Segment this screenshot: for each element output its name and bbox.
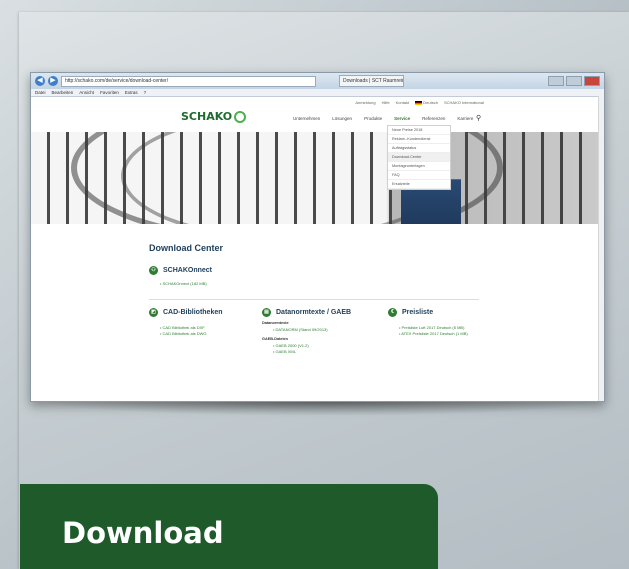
dropdown-item[interactable]: Auftragsstatus	[388, 144, 450, 153]
download-columns: ◩ CAD-Bibliotheken CAD Bibliothek als DX…	[149, 308, 479, 355]
service-dropdown: Neue Preise 2018 Reklam.-Kundendienst Au…	[387, 125, 451, 190]
download-link[interactable]: ATEX Preisliste 2017 Deutsch (1 MB)	[399, 331, 479, 337]
download-link[interactable]: CAD Bibliothek als DWG	[160, 331, 240, 337]
download-banner: Download	[20, 484, 438, 569]
menu-item[interactable]: Extras	[125, 89, 138, 96]
section-title: Preisliste	[402, 309, 434, 316]
menu-item[interactable]: Favoriten	[100, 89, 119, 96]
cad-column: ◩ CAD-Bibliotheken CAD Bibliothek als DX…	[149, 308, 240, 355]
dropdown-item[interactable]: Reklam.-Kundendienst	[388, 135, 450, 144]
logo-text: SCHAKO	[181, 110, 233, 123]
download-link[interactable]: DATANORM (Stand 09/2013)	[273, 327, 366, 333]
nav-item[interactable]: Lösungen	[332, 116, 352, 121]
forward-icon[interactable]: ▶	[48, 76, 58, 86]
language-label: Deutsch	[423, 100, 438, 105]
divider	[149, 299, 479, 300]
dropdown-item[interactable]: Montageunterlagen	[388, 162, 450, 171]
schakonnect-icon: ⚇	[149, 266, 158, 275]
nav-item[interactable]: Referenzen	[422, 116, 445, 121]
back-icon[interactable]: ◀	[35, 76, 45, 86]
schako-logo[interactable]: SCHAKO	[181, 110, 247, 123]
euro-icon: €	[388, 308, 397, 317]
document-icon: ▤	[262, 308, 271, 317]
site-topbar: Anmeldung Hilfe Kontakt Deutsch SCHAKO I…	[31, 97, 604, 106]
nav-item[interactable]: Produkte	[364, 116, 382, 121]
download-content: Download Center ⚇ SCHAKOnnect SCHAKOnnec…	[149, 243, 479, 355]
dropdown-item[interactable]: Neue Preise 2018	[388, 126, 450, 135]
dropdown-item[interactable]: Ersatzteile	[388, 180, 450, 189]
download-link[interactable]: SCHAKOnnect (182 MB)	[160, 281, 479, 287]
section-heading: € Preisliste	[388, 308, 479, 317]
nav-item-active[interactable]: Service	[394, 116, 410, 121]
nav-item[interactable]: Unternehmen	[293, 116, 320, 121]
vertical-scrollbar[interactable]	[598, 96, 604, 401]
section-heading: ⚇ SCHAKOnnect	[149, 266, 479, 275]
gaeb-column: ▤ Datanormtexte / GAEB Datanormtexte DAT…	[262, 308, 366, 355]
section-title: Datanormtexte / GAEB	[276, 309, 352, 316]
menu-item[interactable]: Ansicht	[79, 89, 94, 96]
main-nav: Unternehmen Lösungen Produkte Service Re…	[293, 116, 473, 121]
hero-image	[31, 132, 604, 224]
address-bar[interactable]: http://schako.com/de/service/download-ce…	[61, 75, 316, 87]
browser-titlebar: ◀ ▶ http://schako.com/de/service/downloa…	[31, 73, 604, 89]
logo-ring-icon	[234, 110, 247, 123]
browser-tab[interactable]: Downloads | SCT Raumrein...	[339, 75, 404, 87]
maximize-icon[interactable]	[566, 76, 582, 86]
menu-item[interactable]: ?	[144, 89, 147, 96]
site-header: SCHAKO Unternehmen Lösungen Produkte Ser…	[31, 106, 604, 128]
dropdown-item[interactable]: FAQ	[388, 171, 450, 180]
section-title: SCHAKOnnect	[163, 267, 213, 274]
subheading: GAEB-Dateien	[262, 337, 288, 341]
nav-item[interactable]: Karriere	[457, 116, 473, 121]
minimize-icon[interactable]	[548, 76, 564, 86]
menu-item[interactable]: Datei	[35, 89, 46, 96]
page-title: Download Center	[149, 243, 224, 253]
window-controls	[548, 76, 600, 86]
subheading: Datanormtexte	[262, 321, 289, 325]
menu-item[interactable]: Bearbeiten	[52, 89, 74, 96]
dropdown-item-hover[interactable]: Download-Center	[388, 153, 450, 162]
search-icon[interactable]: ⚲	[476, 114, 481, 122]
banner-label: Download	[62, 516, 224, 550]
section-heading: ◩ CAD-Bibliotheken	[149, 308, 240, 317]
close-icon[interactable]	[584, 76, 600, 86]
cube-icon: ◩	[149, 308, 158, 317]
browser-menubar: Datei Bearbeiten Ansicht Favoriten Extra…	[31, 89, 604, 97]
preis-column: € Preisliste Preisliste Luft 2017 Deutsc…	[388, 308, 479, 355]
download-link[interactable]: GAEB XML	[273, 349, 366, 355]
section-title: CAD-Bibliotheken	[163, 309, 223, 316]
german-flag-icon	[415, 100, 423, 105]
section-heading: ▤ Datanormtexte / GAEB	[262, 308, 366, 317]
browser-window: ◀ ▶ http://schako.com/de/service/downloa…	[30, 72, 605, 402]
